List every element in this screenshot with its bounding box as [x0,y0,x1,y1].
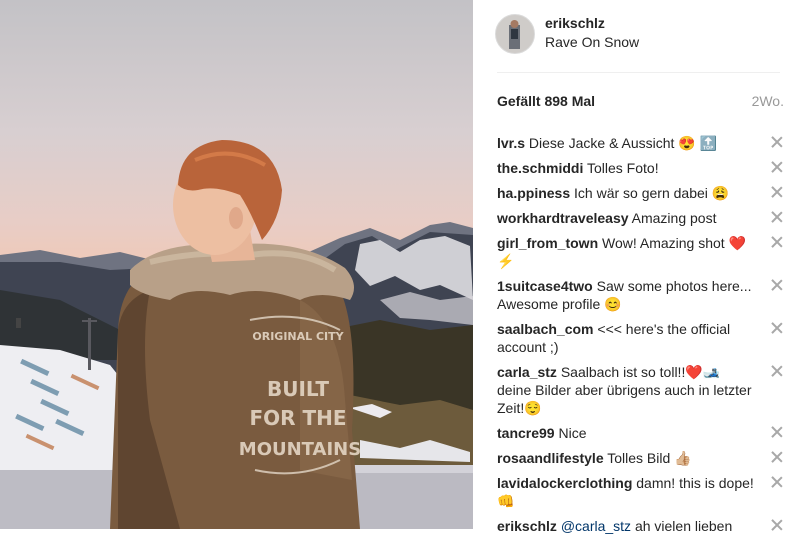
comment-mention-link[interactable]: @carla_stz [561,518,631,534]
delete-comment-close-icon[interactable] [770,278,784,292]
comment-text: Diese Jacke & Aussicht 😍 🔝 [525,135,718,151]
jacket-print-line-3: FOR THE [249,406,346,430]
likes-row: Gefällt 898 Mal 2Wo. [497,93,784,113]
comment-username[interactable]: lvr.s [497,135,525,151]
comment-text: Nice [554,425,587,441]
post-header: erikschlz Rave On Snow [495,0,780,73]
comment-item: rosaandlifestyle Tolles Bild 👍🏼 [497,449,784,467]
delete-comment-close-icon[interactable] [770,235,784,249]
comment-username[interactable]: 1suitcase4two [497,278,593,294]
comment-item: 1suitcase4two Saw some photos here... Aw… [497,277,784,313]
comment-item: workhardtraveleasy Amazing post [497,209,784,227]
delete-comment-close-icon[interactable] [770,518,784,532]
comment-username[interactable]: workhardtraveleasy [497,210,629,226]
comment-text: Tolles Foto! [583,160,659,176]
delete-comment-close-icon[interactable] [770,160,784,174]
delete-comment-close-icon[interactable] [770,425,784,439]
comment-username[interactable]: lavidalockerclothing [497,475,632,491]
comment-item: carla_stz Saalbach ist so toll!!❤️🎿 dein… [497,363,784,417]
comment-item: erikschlz @carla_stz ah vielen lieben [497,517,784,535]
comment-item: the.schmiddi Tolles Foto! [497,159,784,177]
delete-comment-close-icon[interactable] [770,185,784,199]
post-age[interactable]: 2Wo. [752,93,784,109]
comment-username[interactable]: saalbach_com [497,321,594,337]
comments-list: lvr.s Diese Jacke & Aussicht 😍 🔝 the.schm… [497,134,784,542]
comment-text: Ich wär so gern dabei 😩 [570,185,730,201]
comment-username[interactable]: carla_stz [497,364,557,380]
comment-username[interactable]: the.schmiddi [497,160,583,176]
photo-scene: ORIGINAL CITY BUILT FOR THE MOUNTAINS [0,140,473,529]
comment-item: lavidalockerclothing damn! this is dope!… [497,474,784,510]
post-username[interactable]: erikschlz [545,15,605,31]
comment-text: Amazing post [628,210,717,226]
comment-username[interactable]: rosaandlifestyle [497,450,604,466]
comment-text: ah vielen lieben [631,518,733,534]
comment-username[interactable]: girl_from_town [497,235,598,251]
likes-count[interactable]: Gefällt 898 Mal [497,93,595,109]
delete-comment-close-icon[interactable] [770,450,784,464]
avatar[interactable] [495,14,535,54]
delete-comment-close-icon[interactable] [770,210,784,224]
comment-item: girl_from_town Wow! Amazing shot ❤️⚡ [497,234,784,270]
comment-item: tancre99 Nice [497,424,784,442]
jacket-print-line-1: ORIGINAL CITY [252,330,344,343]
comment-username[interactable]: erikschlz [497,518,557,534]
jacket-print-line-4: MOUNTAINS [239,439,361,460]
delete-comment-close-icon[interactable] [770,321,784,335]
comment-text: Tolles Bild 👍🏼 [603,450,692,466]
post-sidebar: erikschlz Rave On Snow Gefällt 898 Mal 2… [473,0,801,534]
post-photo[interactable]: ORIGINAL CITY BUILT FOR THE MOUNTAINS [0,0,473,529]
comment-username[interactable]: tancre99 [497,425,555,441]
jacket-print-line-2: BUILT [267,377,329,401]
comment-item: ha.ppiness Ich wär so gern dabei 😩 [497,184,784,202]
instagram-post-view: ORIGINAL CITY BUILT FOR THE MOUNTAINS er… [0,0,801,534]
comment-item: saalbach_com <<< here's the official acc… [497,320,784,356]
delete-comment-close-icon[interactable] [770,475,784,489]
avatar-image-icon [496,15,534,53]
comment-item: lvr.s Diese Jacke & Aussicht 😍 🔝 [497,134,784,152]
delete-comment-close-icon[interactable] [770,135,784,149]
comment-username[interactable]: ha.ppiness [497,185,570,201]
post-location[interactable]: Rave On Snow [545,34,639,50]
delete-comment-close-icon[interactable] [770,364,784,378]
